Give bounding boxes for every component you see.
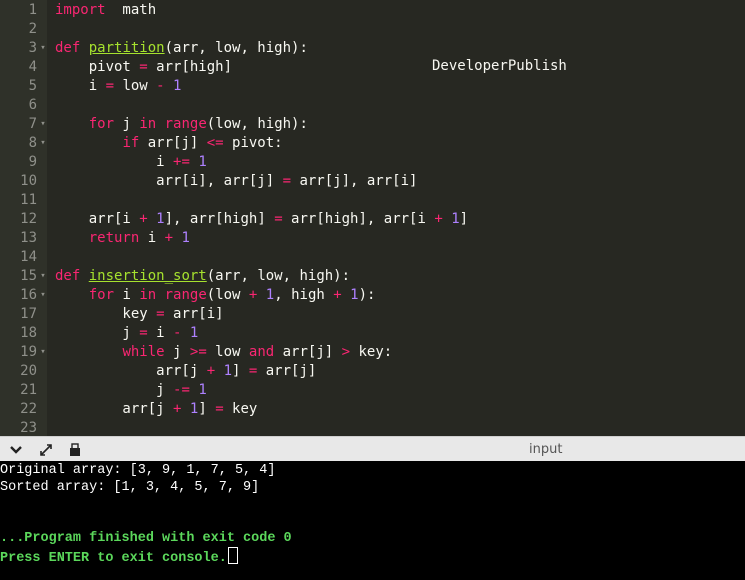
line-number: 17 [20, 306, 37, 322]
code-editor[interactable]: 1 import math 2 3 ▾ def partition(arr, low, h… [0, 0, 745, 436]
line-number: 13 [20, 230, 37, 246]
code-text: def insertion_sort(arr, low, high): [55, 268, 351, 284]
console-line: Press ENTER to exit console. [0, 547, 238, 567]
copy-icon[interactable] [66, 441, 84, 459]
fold-arrow-icon[interactable]: ▾ [39, 134, 47, 153]
line-number: 12 [20, 211, 37, 227]
code-line: 3 ▾ def partition(arr, low, high): [0, 39, 745, 58]
code-line: 12 arr[i + 1], arr[high] = arr[high], ar… [0, 210, 745, 229]
watermark-text: DeveloperPublish [432, 58, 567, 74]
line-number: 1 [28, 2, 37, 18]
fold-arrow-icon[interactable]: ▾ [39, 115, 47, 134]
code-line: 9 i += 1 [0, 153, 745, 172]
line-number: 10 [20, 173, 37, 189]
expand-icon[interactable] [37, 441, 55, 459]
line-number: 4 [28, 59, 37, 75]
code-line: 6 [0, 96, 745, 115]
code-text: if arr[j] <= pivot: [122, 135, 283, 151]
code-text: pivot = arr[high] [55, 59, 233, 75]
console-cursor [227, 547, 238, 564]
code-text: arr[i + 1], arr[high] = arr[high], arr[i… [55, 211, 469, 227]
code-text: j = i - 1 [55, 325, 199, 341]
code-line: 15 ▾ def insertion_sort(arr, low, high): [0, 267, 745, 286]
code-line: 1 import math [0, 1, 745, 20]
code-text: while j >= low and arr[j] > key: [122, 344, 393, 360]
code-text: arr[j + 1] = arr[j] [55, 363, 317, 379]
code-line: 2 [0, 20, 745, 39]
code-line: 4 pivot = arr[high] [0, 58, 745, 77]
code-line: 11 [0, 191, 745, 210]
line-number: 23 [20, 420, 37, 436]
code-line: 23 [0, 419, 745, 436]
chevron-down-icon[interactable] [7, 441, 25, 459]
code-text: import math [55, 2, 157, 18]
code-line: 20 arr[j + 1] = arr[j] [0, 362, 745, 381]
line-number: 6 [28, 97, 37, 113]
line-number: 19 [20, 344, 37, 360]
console-line: ...Program finished with exit code 0 [0, 531, 292, 546]
code-text: i = low - 1 [55, 78, 182, 94]
line-number: 7 [28, 116, 37, 132]
code-text: key = arr[i] [55, 306, 224, 322]
line-number: 5 [28, 78, 37, 94]
line-number: 11 [20, 192, 37, 208]
code-text: j -= 1 [55, 382, 207, 398]
code-line: 7 ▾ for j in range(low, high): [0, 115, 745, 134]
code-line: 14 [0, 248, 745, 267]
line-number: 16 [20, 287, 37, 303]
code-line: 16 ▾ for i in range(low + 1, high + 1): [0, 286, 745, 305]
line-number: 2 [28, 21, 37, 37]
line-number: 3 [28, 40, 37, 56]
line-number: 21 [20, 382, 37, 398]
code-line: 21 j -= 1 [0, 381, 745, 400]
fold-arrow-icon[interactable]: ▾ [39, 286, 47, 305]
code-line: 17 key = arr[i] [0, 305, 745, 324]
code-text: arr[i], arr[j] = arr[j], arr[i] [55, 173, 418, 189]
code-line: 13 return i + 1 [0, 229, 745, 248]
code-line: 10 arr[i], arr[j] = arr[j], arr[i] [0, 172, 745, 191]
console-line: Sorted array: [1, 3, 4, 5, 7, 9] [0, 480, 260, 495]
fold-arrow-icon[interactable]: ▾ [39, 39, 47, 58]
fold-arrow-icon[interactable]: ▾ [39, 267, 47, 286]
code-text: i += 1 [55, 154, 207, 170]
code-line: 8 ▾ if arr[j] <= pivot: [0, 134, 745, 153]
line-number: 15 [20, 268, 37, 284]
code-text: arr[j + 1] = key [55, 401, 258, 417]
code-line: 22 arr[j + 1] = key [0, 400, 745, 419]
line-number: 18 [20, 325, 37, 341]
code-text: def partition(arr, low, high): [55, 40, 308, 56]
code-text: for j in range(low, high): [88, 116, 308, 132]
fold-arrow-icon[interactable]: ▾ [39, 343, 47, 362]
line-number: 8 [28, 135, 37, 151]
code-line: 18 j = i - 1 [0, 324, 745, 343]
line-number: 22 [20, 401, 37, 417]
code-line: 19 ▾ while j >= low and arr[j] > key: [0, 343, 745, 362]
console-line: Original array: [3, 9, 1, 7, 5, 4] [0, 463, 276, 478]
code-text: for i in range(low + 1, high + 1): [88, 287, 376, 303]
console-toolbar: input [0, 436, 745, 462]
line-number: 14 [20, 249, 37, 265]
line-number: 20 [20, 363, 37, 379]
output-console[interactable]: Original array: [3, 9, 1, 7, 5, 4] Sorted… [0, 461, 745, 580]
code-line: 5 i = low - 1 [0, 77, 745, 96]
code-text: return i + 1 [88, 230, 190, 246]
input-tab-label[interactable]: input [529, 442, 562, 457]
line-number: 9 [28, 154, 37, 170]
